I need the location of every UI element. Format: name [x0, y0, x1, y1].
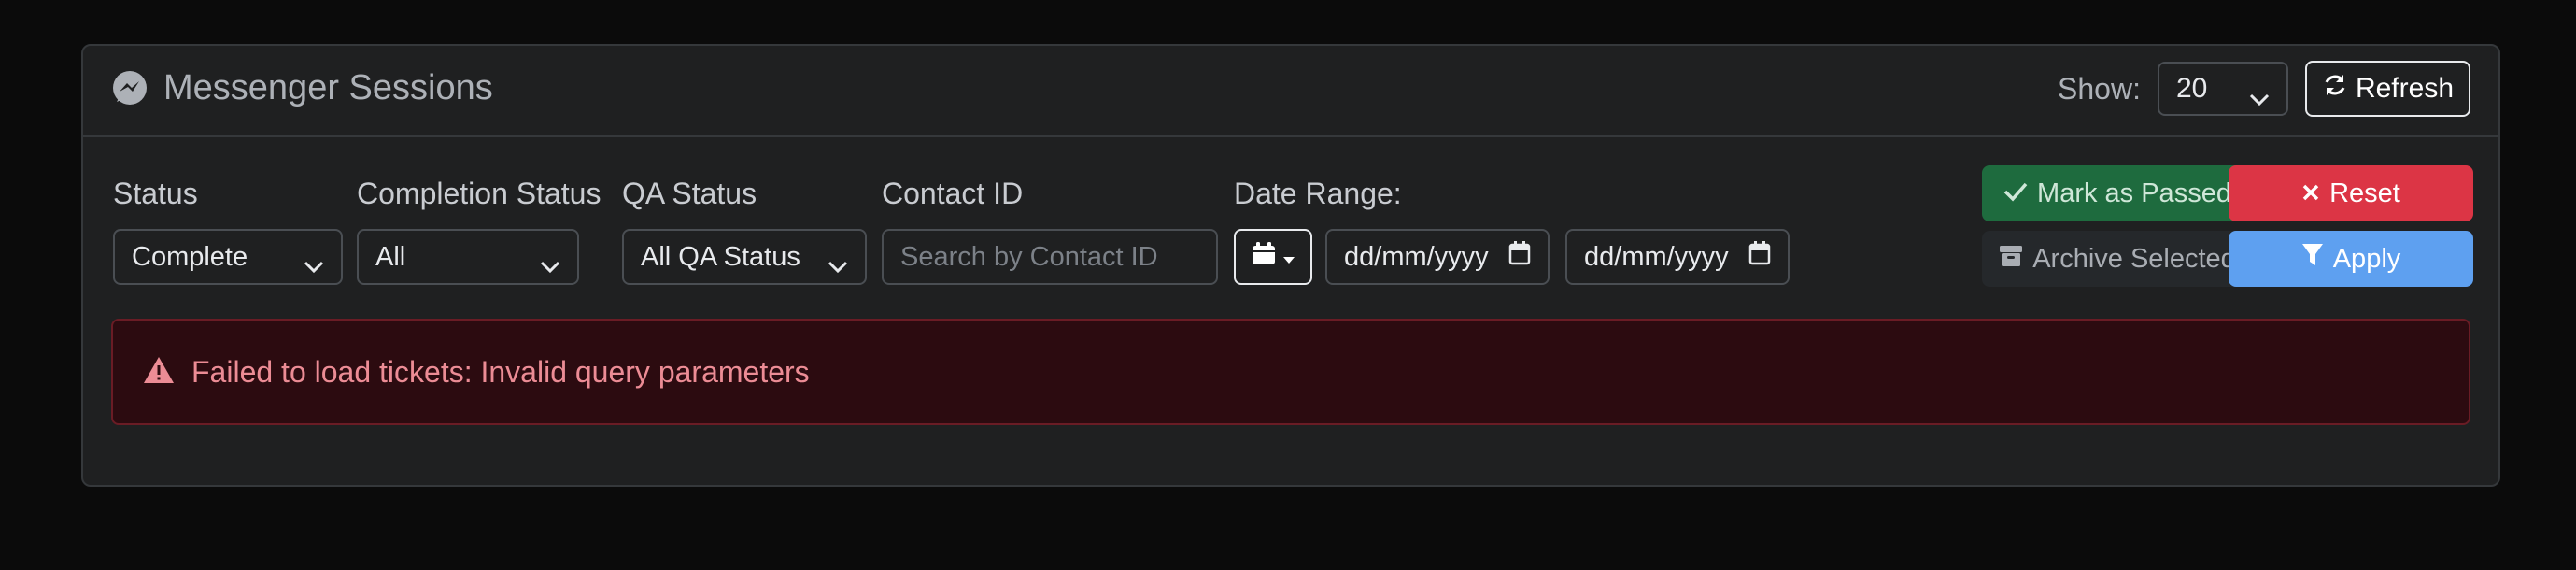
- status-select[interactable]: Complete: [113, 229, 343, 285]
- date-from-input[interactable]: dd/mm/yyyy: [1325, 229, 1550, 285]
- chevron-down-icon: [304, 250, 324, 274]
- caret-down-icon: [1282, 242, 1295, 273]
- x-icon: [2301, 178, 2320, 209]
- warning-icon: [143, 356, 175, 389]
- page-size-select[interactable]: 20: [2157, 62, 2288, 116]
- date-range-label: Date Range:: [1234, 177, 1402, 210]
- chevron-down-icon: [2249, 82, 2270, 107]
- archive-selected-button[interactable]: Archive Selected: [1982, 231, 2253, 287]
- reset-button[interactable]: Reset: [2229, 165, 2473, 221]
- contact-id-input[interactable]: Search by Contact ID: [882, 229, 1218, 285]
- qa-status-label: QA Status: [622, 177, 757, 210]
- error-message: Failed to load tickets: Invalid query pa…: [191, 354, 810, 389]
- messenger-sessions-card: Messenger Sessions Show: 20 Refresh Stat…: [81, 44, 2500, 487]
- card-header: Messenger Sessions Show: 20 Refresh: [83, 46, 2498, 137]
- completion-status-select[interactable]: All: [357, 229, 579, 285]
- status-value: Complete: [132, 241, 248, 272]
- refresh-label: Refresh: [2355, 73, 2454, 104]
- date-to-input[interactable]: dd/mm/yyyy: [1565, 229, 1790, 285]
- chevron-down-icon: [828, 250, 848, 274]
- mark-as-passed-button[interactable]: Mark as Passed: [1982, 165, 2253, 221]
- refresh-icon: [2322, 72, 2348, 106]
- archive-selected-label: Archive Selected: [2032, 243, 2236, 274]
- completion-status-label: Completion Status: [357, 177, 602, 210]
- refresh-button[interactable]: Refresh: [2304, 61, 2470, 117]
- calendar-icon: [1251, 240, 1277, 274]
- date-from-placeholder: dd/mm/yyyy: [1344, 241, 1489, 272]
- error-alert: Failed to load tickets: Invalid query pa…: [111, 319, 2470, 425]
- show-label: Show:: [2058, 71, 2141, 106]
- calendar-icon: [1748, 241, 1771, 273]
- contact-id-placeholder: Search by Contact ID: [900, 241, 1158, 272]
- page-size-value: 20: [2175, 73, 2208, 104]
- page-title: Messenger Sessions: [163, 68, 493, 107]
- filter-icon: [2301, 243, 2324, 275]
- date-to-placeholder: dd/mm/yyyy: [1584, 241, 1729, 272]
- date-preset-dropdown-button[interactable]: [1234, 229, 1312, 285]
- apply-label: Apply: [2332, 243, 2401, 274]
- header-controls: Show: 20 Refresh: [2058, 61, 2470, 117]
- reset-label: Reset: [2329, 178, 2400, 208]
- qa-status-select[interactable]: All QA Status: [622, 229, 867, 285]
- apply-button[interactable]: Apply: [2229, 231, 2473, 287]
- archive-icon: [1999, 244, 2023, 275]
- page-title-group: Messenger Sessions: [111, 68, 493, 108]
- contact-id-label: Contact ID: [882, 177, 1024, 210]
- check-icon: [2003, 178, 2028, 209]
- mark-as-passed-label: Mark as Passed: [2037, 178, 2231, 208]
- messenger-icon: [111, 70, 149, 107]
- calendar-icon: [1508, 241, 1531, 273]
- qa-status-value: All QA Status: [641, 241, 800, 272]
- completion-status-value: All: [375, 241, 406, 272]
- status-label: Status: [113, 177, 198, 210]
- chevron-down-icon: [540, 250, 560, 274]
